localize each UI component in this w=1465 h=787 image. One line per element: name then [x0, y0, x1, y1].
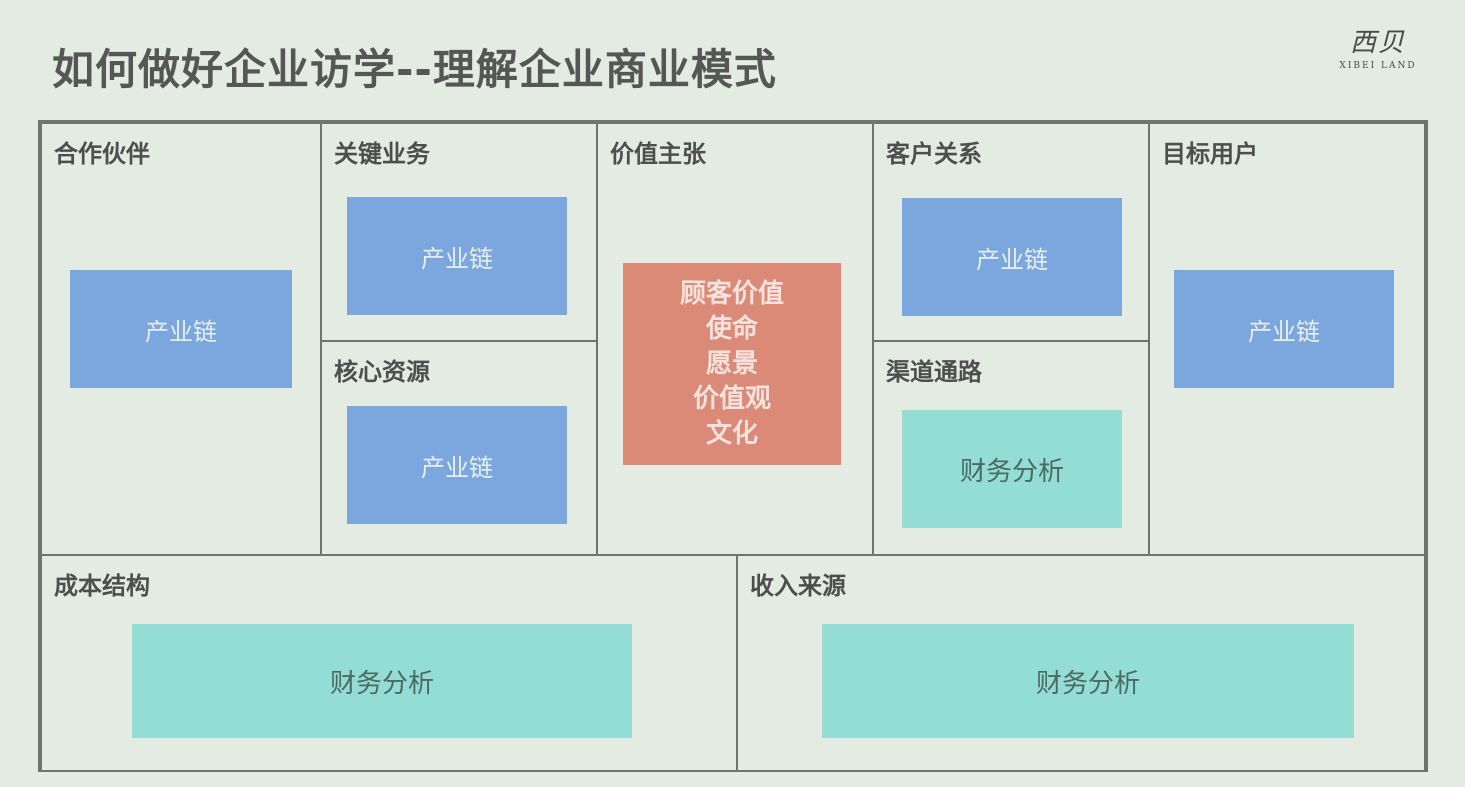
cell-channels: 渠道通路 财务分析 [872, 340, 1150, 556]
cell-key-resources: 核心资源 产业链 [320, 340, 598, 556]
cell-label-cost-structure: 成本结构 [54, 572, 150, 600]
cell-label-key-resources: 核心资源 [334, 358, 430, 386]
box-key-resources: 产业链 [347, 406, 567, 524]
cell-label-revenue-streams: 收入来源 [750, 572, 846, 600]
cell-label-customer-segments: 目标用户 [1162, 140, 1258, 168]
value-line-culture: 文化 [705, 418, 758, 449]
slide: 如何做好企业访学--理解企业商业模式 西贝 XIBEI LAND 合作伙伴 产业… [0, 0, 1465, 787]
box-cost-structure: 财务分析 [132, 624, 632, 738]
cell-label-partners: 合作伙伴 [54, 140, 150, 168]
slide-title: 如何做好企业访学--理解企业商业模式 [52, 45, 777, 94]
value-line-values: 价值观 [692, 383, 771, 414]
cell-cost-structure: 成本结构 财务分析 [40, 554, 738, 772]
business-model-canvas: 合作伙伴 产业链 关键业务 产业链 核心资源 产业链 价值主张 顾客价值 使命 … [38, 120, 1428, 772]
logo-mark: 西贝 [1349, 28, 1406, 58]
value-line-vision: 愿景 [705, 348, 758, 379]
cell-label-channels: 渠道通路 [886, 358, 982, 386]
box-customer-segments: 产业链 [1174, 270, 1394, 388]
cell-label-value-proposition: 价值主张 [610, 140, 706, 168]
cell-partners: 合作伙伴 产业链 [40, 122, 322, 556]
cell-customer-segments: 目标用户 产业链 [1148, 122, 1426, 556]
cell-value-proposition: 价值主张 顾客价值 使命 愿景 价值观 文化 [596, 122, 874, 556]
box-key-activities: 产业链 [347, 197, 567, 315]
cell-revenue-streams: 收入来源 财务分析 [736, 554, 1426, 772]
cell-label-customer-relationships: 客户关系 [886, 140, 982, 168]
box-partners: 产业链 [70, 270, 292, 388]
value-line-mission: 使命 [705, 313, 758, 344]
cell-key-activities: 关键业务 产业链 [320, 122, 598, 342]
logo-subtitle: XIBEI LAND [1339, 61, 1417, 71]
box-customer-relationships: 产业链 [902, 198, 1122, 316]
box-revenue-streams: 财务分析 [822, 624, 1354, 738]
cell-label-key-activities: 关键业务 [334, 140, 430, 168]
box-value-proposition: 顾客价值 使命 愿景 价值观 文化 [623, 263, 841, 465]
value-line-customer-value: 顾客价值 [679, 278, 784, 309]
cell-customer-relationships: 客户关系 产业链 [872, 122, 1150, 342]
box-channels: 财务分析 [902, 410, 1122, 528]
brand-logo: 西贝 XIBEI LAND [1318, 22, 1438, 71]
